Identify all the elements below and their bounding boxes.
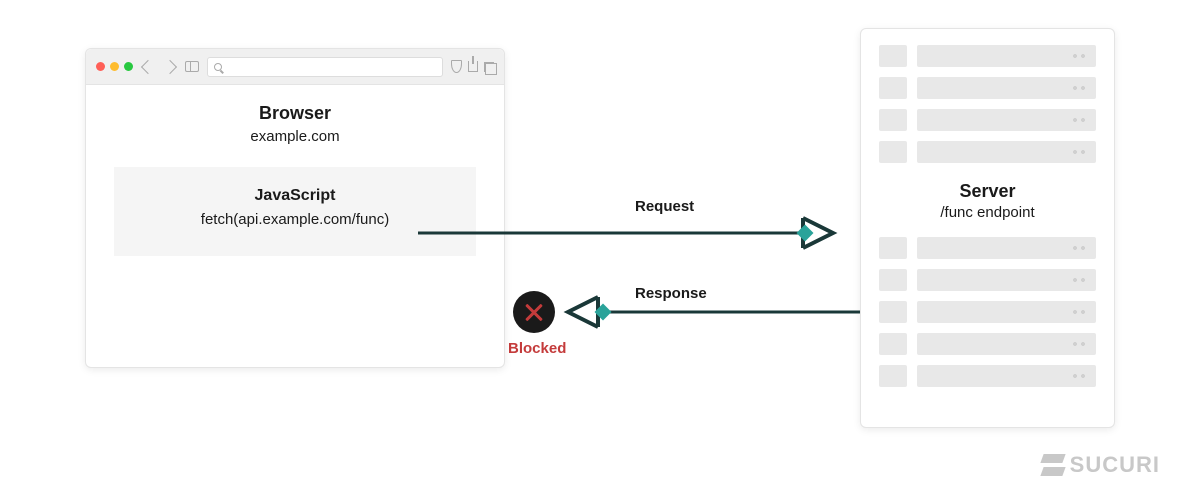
browser-content: Browser example.com JavaScript fetch(api… (86, 85, 504, 274)
browser-domain: example.com (114, 128, 476, 145)
server-rack-bottom (879, 237, 1096, 387)
server-unit (879, 77, 1096, 99)
server-card: Server /func endpoint (860, 28, 1115, 428)
request-label: Request (635, 198, 694, 215)
minimize-dot-icon (110, 62, 119, 71)
javascript-box: JavaScript fetch(api.example.com/func) (114, 167, 476, 256)
maximize-dot-icon (124, 62, 133, 71)
search-icon (214, 63, 222, 71)
server-label: Server /func endpoint (879, 181, 1096, 221)
blocked-label: Blocked (508, 340, 566, 357)
window-controls (96, 62, 133, 71)
sidebar-icon (185, 61, 199, 72)
back-icon (141, 59, 155, 73)
server-rack-top (879, 45, 1096, 163)
tabs-icon (484, 62, 494, 72)
browser-chrome-bar (86, 49, 504, 85)
server-endpoint: /func endpoint (879, 204, 1096, 221)
server-unit (879, 333, 1096, 355)
server-unit (879, 269, 1096, 291)
response-label: Response (635, 285, 707, 302)
chrome-right-icons (451, 60, 494, 73)
server-unit (879, 109, 1096, 131)
server-unit (879, 141, 1096, 163)
share-icon (468, 61, 478, 72)
blocked-icon (513, 291, 555, 333)
browser-title: Browser (114, 103, 476, 124)
server-unit (879, 301, 1096, 323)
browser-window: Browser example.com JavaScript fetch(api… (85, 48, 505, 368)
server-unit (879, 45, 1096, 67)
address-bar (207, 57, 443, 77)
forward-icon (163, 59, 177, 73)
brand-name: SUCURI (1070, 452, 1160, 478)
brand-logo: SUCURI (1042, 452, 1160, 478)
server-unit (879, 365, 1096, 387)
brand-mark-icon (1042, 454, 1064, 476)
server-title: Server (879, 181, 1096, 202)
shield-icon (451, 60, 462, 73)
js-code: fetch(api.example.com/func) (132, 211, 458, 228)
server-unit (879, 237, 1096, 259)
js-title: JavaScript (132, 187, 458, 205)
close-dot-icon (96, 62, 105, 71)
